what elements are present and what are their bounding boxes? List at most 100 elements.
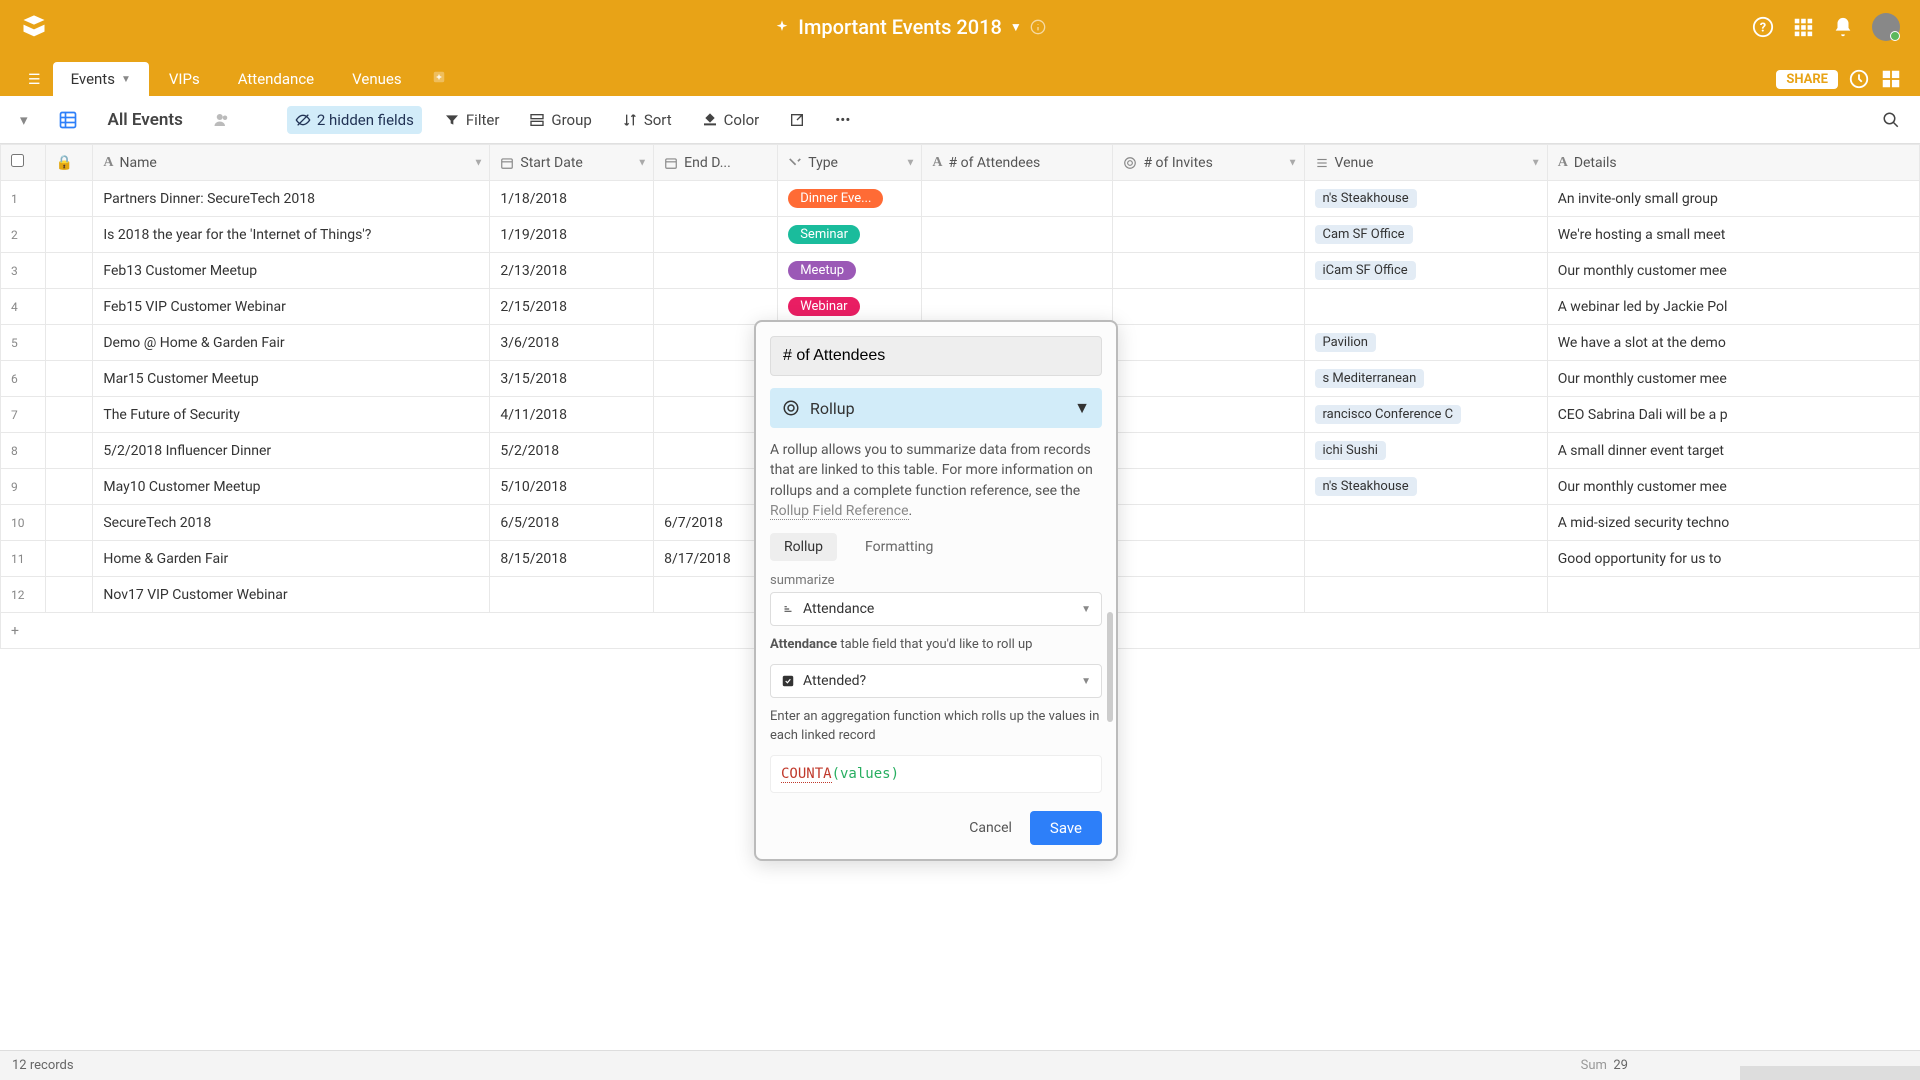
base-title-area[interactable]: Important Events 2018 ▼ <box>68 15 1752 39</box>
cell-venue[interactable]: iCam SF Office <box>1304 253 1547 289</box>
avatar[interactable] <box>1872 13 1900 41</box>
grid-view-icon[interactable] <box>50 105 86 135</box>
color-button[interactable]: Color <box>694 106 768 134</box>
cell-venue[interactable]: s Mediterranean <box>1304 361 1547 397</box>
cell-start[interactable]: 3/15/2018 <box>490 361 654 397</box>
cell-invites[interactable] <box>1113 541 1304 577</box>
view-menu-icon[interactable]: ▾ <box>12 106 36 134</box>
cell-invites[interactable] <box>1113 505 1304 541</box>
view-name[interactable]: All Events <box>100 105 191 135</box>
help-icon[interactable]: ? <box>1752 16 1774 38</box>
cell-start[interactable]: 5/10/2018 <box>490 469 654 505</box>
tab-attendance[interactable]: Attendance <box>220 62 332 96</box>
col-details[interactable]: ADetails <box>1547 145 1919 181</box>
col-attendees[interactable]: A# of Attendees <box>922 145 1113 181</box>
col-name[interactable]: AName▼ <box>93 145 490 181</box>
cell-details[interactable]: An invite-only small group <box>1547 181 1919 217</box>
cell-details[interactable]: Our monthly customer mee <box>1547 469 1919 505</box>
collaborators-icon[interactable] <box>205 106 239 134</box>
cell-name[interactable]: Mar15 Customer Meetup <box>93 361 490 397</box>
field-name-input[interactable] <box>770 336 1102 376</box>
share-button[interactable]: SHARE <box>1776 70 1838 89</box>
cell-start[interactable]: 1/19/2018 <box>490 217 654 253</box>
cell-invites[interactable] <box>1113 181 1304 217</box>
chevron-down-icon[interactable]: ▼ <box>1288 157 1298 168</box>
sort-button[interactable]: Sort <box>614 106 680 134</box>
cell-name[interactable]: Demo @ Home & Garden Fair <box>93 325 490 361</box>
group-button[interactable]: Group <box>521 106 599 134</box>
cell-start[interactable]: 6/5/2018 <box>490 505 654 541</box>
blocks-icon[interactable] <box>1880 68 1902 90</box>
add-table-button[interactable] <box>422 62 456 96</box>
cell-venue[interactable] <box>1304 505 1547 541</box>
table-row[interactable]: 1Partners Dinner: SecureTech 20181/18/20… <box>1 181 1920 217</box>
cell-venue[interactable]: n's Steakhouse <box>1304 469 1547 505</box>
cell-invites[interactable] <box>1113 217 1304 253</box>
cell-start[interactable]: 8/15/2018 <box>490 541 654 577</box>
cell-start[interactable]: 1/18/2018 <box>490 181 654 217</box>
col-start-date[interactable]: Start Date▼ <box>490 145 654 181</box>
formula-input[interactable]: COUNTA(values) <box>770 755 1102 793</box>
cell-name[interactable]: Home & Garden Fair <box>93 541 490 577</box>
tab-vips[interactable]: VIPs <box>151 62 218 96</box>
chevron-down-icon[interactable]: ▼ <box>905 157 915 168</box>
rollup-reference-link[interactable]: Rollup Field Reference <box>770 503 909 520</box>
cell-end[interactable] <box>654 217 778 253</box>
cell-details[interactable]: Our monthly customer mee <box>1547 361 1919 397</box>
rollup-field-select[interactable]: Attended? ▼ <box>770 664 1102 698</box>
cell-venue[interactable]: Cam SF Office <box>1304 217 1547 253</box>
cell-details[interactable]: A webinar led by Jackie Pol <box>1547 289 1919 325</box>
cell-details[interactable]: Good opportunity for us to <box>1547 541 1919 577</box>
field-type-select[interactable]: Rollup ▼ <box>770 388 1102 428</box>
cell-details[interactable]: CEO Sabrina Dali will be a p <box>1547 397 1919 433</box>
cell-invites[interactable] <box>1113 361 1304 397</box>
cell-end[interactable] <box>654 181 778 217</box>
cell-end[interactable] <box>654 289 778 325</box>
col-end-date[interactable]: End D... <box>654 145 778 181</box>
cell-invites[interactable] <box>1113 577 1304 613</box>
chevron-down-icon[interactable]: ▼ <box>473 157 483 168</box>
more-icon[interactable]: ••• <box>827 106 858 134</box>
cell-venue[interactable]: rancisco Conference C <box>1304 397 1547 433</box>
cell-start[interactable]: 2/13/2018 <box>490 253 654 289</box>
cell-attendees[interactable] <box>922 217 1113 253</box>
cell-start[interactable]: 2/15/2018 <box>490 289 654 325</box>
cell-invites[interactable] <box>1113 469 1304 505</box>
tab-events[interactable]: Events ▼ <box>53 62 149 96</box>
cell-details[interactable]: A small dinner event target <box>1547 433 1919 469</box>
apps-icon[interactable] <box>1792 16 1814 38</box>
table-row[interactable]: 2Is 2018 the year for the 'Internet of T… <box>1 217 1920 253</box>
cell-name[interactable]: SecureTech 2018 <box>93 505 490 541</box>
cell-venue[interactable] <box>1304 289 1547 325</box>
col-venue[interactable]: Venue▼ <box>1304 145 1547 181</box>
cell-venue[interactable]: ichi Sushi <box>1304 433 1547 469</box>
cell-invites[interactable] <box>1113 253 1304 289</box>
chevron-down-icon[interactable]: ▼ <box>637 157 647 168</box>
cell-start[interactable] <box>490 577 654 613</box>
cell-end[interactable] <box>654 253 778 289</box>
cell-details[interactable]: We're hosting a small meet <box>1547 217 1919 253</box>
search-icon[interactable] <box>1874 106 1908 134</box>
cell-name[interactable]: Nov17 VIP Customer Webinar <box>93 577 490 613</box>
cell-start[interactable]: 3/6/2018 <box>490 325 654 361</box>
cell-venue[interactable]: n's Steakhouse <box>1304 181 1547 217</box>
bell-icon[interactable] <box>1832 16 1854 38</box>
summary[interactable]: Sum 29 <box>1581 1058 1628 1073</box>
scrollbar-horizontal[interactable] <box>1740 1066 1920 1080</box>
cell-name[interactable]: May10 Customer Meetup <box>93 469 490 505</box>
info-icon[interactable] <box>1030 19 1046 35</box>
cell-invites[interactable] <box>1113 397 1304 433</box>
col-type[interactable]: Type▼ <box>778 145 922 181</box>
cell-venue[interactable] <box>1304 541 1547 577</box>
tab-venues[interactable]: Venues <box>334 62 419 96</box>
scrollbar[interactable] <box>1107 612 1113 722</box>
filter-button[interactable]: Filter <box>436 106 508 134</box>
summarize-select[interactable]: Attendance ▼ <box>770 592 1102 626</box>
hidden-fields-button[interactable]: 2 hidden fields <box>287 106 422 134</box>
chevron-down-icon[interactable]: ▼ <box>1531 157 1541 168</box>
cell-details[interactable] <box>1547 577 1919 613</box>
cell-attendees[interactable] <box>922 253 1113 289</box>
select-all-checkbox[interactable] <box>1 145 46 181</box>
cell-name[interactable]: 5/2/2018 Influencer Dinner <box>93 433 490 469</box>
col-invites[interactable]: # of Invites▼ <box>1113 145 1304 181</box>
